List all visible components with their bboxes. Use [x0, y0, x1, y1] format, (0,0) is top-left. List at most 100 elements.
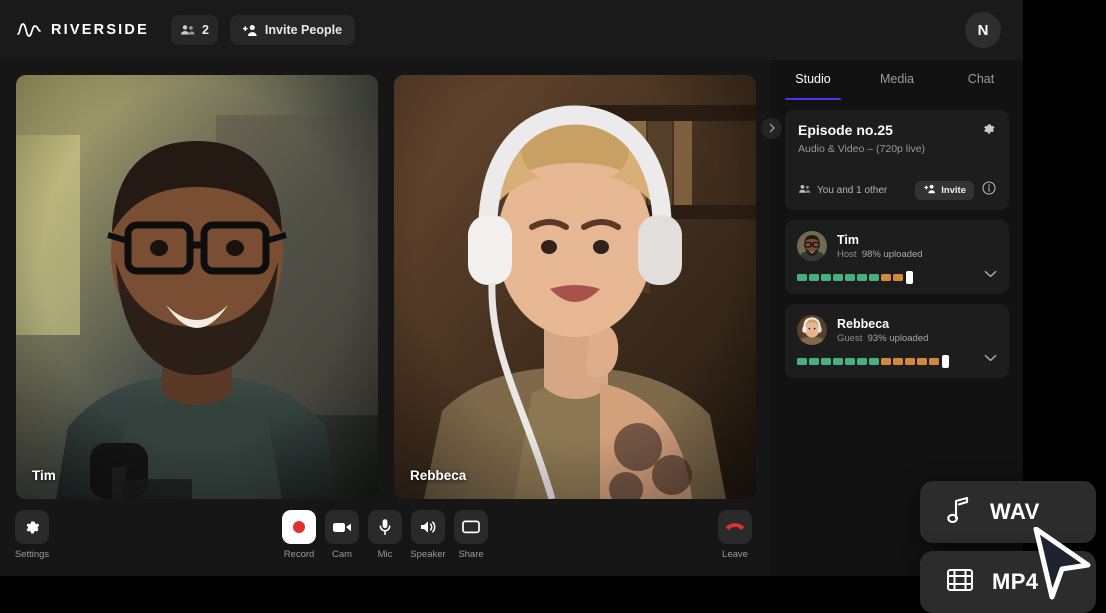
tab-studio-label: Studio: [795, 72, 830, 86]
person-add-icon: [923, 184, 936, 197]
chevron-down-icon[interactable]: [984, 265, 997, 283]
share-label: Share: [458, 549, 483, 560]
progress-segment: [845, 274, 855, 281]
video-stage: Tim: [0, 60, 771, 576]
progress-segment: [857, 274, 867, 281]
progress-segment: [797, 274, 807, 281]
brand-name: RIVERSIDE: [51, 22, 149, 38]
video-camera-icon: [325, 510, 359, 544]
info-circle-icon[interactable]: [982, 181, 996, 200]
format-option-wav-label: WAV: [990, 499, 1040, 525]
participant-meta: Host 98% uploaded: [837, 249, 923, 260]
control-bar: Settings Record Cam: [0, 500, 771, 576]
screen-share-icon: [454, 510, 488, 544]
cam-label: Cam: [332, 549, 352, 560]
sidebar-tabs: Studio Media Chat: [771, 60, 1023, 100]
progress-segment: [797, 358, 807, 365]
episode-invite-button[interactable]: Invite: [915, 181, 974, 200]
participant-row-rebbeca[interactable]: Rebbeca Guest 93% uploaded: [785, 304, 1009, 378]
mic-label: Mic: [378, 549, 393, 560]
episode-footer: You and 1 other Invite: [798, 181, 996, 200]
progress-segment: [893, 274, 903, 281]
participant-row-tim[interactable]: Tim Host 98% uploaded: [785, 220, 1009, 294]
settings-label: Settings: [15, 549, 49, 560]
progress-segment: [917, 358, 927, 365]
participant-upload: 93% uploaded: [868, 333, 929, 344]
invite-people-label: Invite People: [265, 23, 342, 37]
leave-label: Leave: [722, 549, 748, 560]
video-tile-name: Rebbeca: [410, 468, 466, 483]
waveform-icon: [16, 20, 42, 40]
share-button[interactable]: Share: [443, 510, 499, 560]
progress-segment: [821, 358, 831, 365]
chevron-down-icon[interactable]: [984, 349, 997, 367]
episode-people: You and 1 other: [798, 184, 887, 197]
account-avatar[interactable]: N: [965, 12, 1001, 48]
chevron-right-icon: [768, 120, 776, 138]
progress-segment: [881, 274, 891, 281]
progress-segment: [929, 358, 939, 365]
participant-role: Guest: [837, 333, 862, 344]
progress-segment: [809, 358, 819, 365]
upload-progress-bar-rebbeca: [797, 357, 997, 366]
people-icon: [798, 184, 811, 197]
microphone-icon: [368, 510, 402, 544]
participant-meta: Guest 93% uploaded: [837, 333, 928, 344]
episode-title: Episode no.25: [798, 122, 925, 138]
progress-segment: [821, 274, 831, 281]
screen: RIVERSIDE 2 Invite People: [0, 0, 1106, 613]
participant-upload: 98% uploaded: [862, 249, 923, 260]
account-initial: N: [978, 22, 989, 39]
invite-people-button[interactable]: Invite People: [230, 15, 355, 45]
progress-segment: [905, 358, 915, 365]
video-tile-tim[interactable]: Tim: [16, 75, 378, 499]
video-tile-rebbeca[interactable]: Rebbeca: [394, 75, 756, 499]
film-strip-icon: [946, 567, 974, 598]
participant-role: Host: [837, 249, 857, 260]
progress-segment: [833, 358, 843, 365]
participants-count-label: 2: [202, 23, 209, 37]
episode-header: Episode no.25 Audio & Video – (720p live…: [798, 122, 996, 155]
record-dot-icon: [282, 510, 316, 544]
episode-subtitle: Audio & Video – (720p live): [798, 143, 925, 155]
brand: RIVERSIDE: [16, 20, 149, 40]
tab-chat-label: Chat: [968, 72, 994, 86]
participant-header: Tim Host 98% uploaded: [797, 231, 997, 261]
participant-name: Tim: [837, 233, 923, 247]
upload-progress-bar-tim: [797, 273, 997, 282]
record-label: Record: [284, 549, 315, 560]
episode-actions: Invite: [915, 181, 996, 200]
speaker-icon: [411, 510, 445, 544]
progress-segment: [833, 274, 843, 281]
gear-icon: [15, 510, 49, 544]
participants-count-button[interactable]: 2: [171, 15, 218, 45]
episode-people-text: You and 1 other: [817, 185, 887, 196]
avatar: [797, 315, 827, 345]
participant-name: Rebbeca: [837, 317, 928, 331]
progress-handle[interactable]: [906, 271, 913, 284]
progress-segment: [845, 358, 855, 365]
gear-icon: [982, 123, 996, 140]
participant-header: Rebbeca Guest 93% uploaded: [797, 315, 997, 345]
tab-studio[interactable]: Studio: [771, 72, 855, 100]
avatar: [797, 231, 827, 261]
settings-button[interactable]: Settings: [4, 510, 60, 560]
tab-media-label: Media: [880, 72, 914, 86]
episode-card[interactable]: Episode no.25 Audio & Video – (720p live…: [785, 110, 1009, 210]
progress-handle[interactable]: [942, 355, 949, 368]
video-feed-rebbeca: [394, 75, 756, 499]
person-add-icon: [241, 24, 258, 37]
progress-segment: [881, 358, 891, 365]
tab-media[interactable]: Media: [855, 72, 939, 100]
progress-segment: [857, 358, 867, 365]
episode-invite-label: Invite: [941, 185, 966, 196]
video-tile-name: Tim: [32, 468, 56, 483]
sidebar-collapse-button[interactable]: [761, 118, 782, 139]
tab-chat[interactable]: Chat: [939, 72, 1023, 100]
video-feed-tim: [16, 75, 378, 499]
episode-settings-button[interactable]: [982, 122, 996, 141]
app-header: RIVERSIDE 2 Invite People: [0, 0, 1023, 60]
mouse-pointer-icon: [1032, 527, 1094, 606]
hangup-phone-icon: [718, 510, 752, 544]
leave-button[interactable]: Leave: [707, 510, 763, 560]
